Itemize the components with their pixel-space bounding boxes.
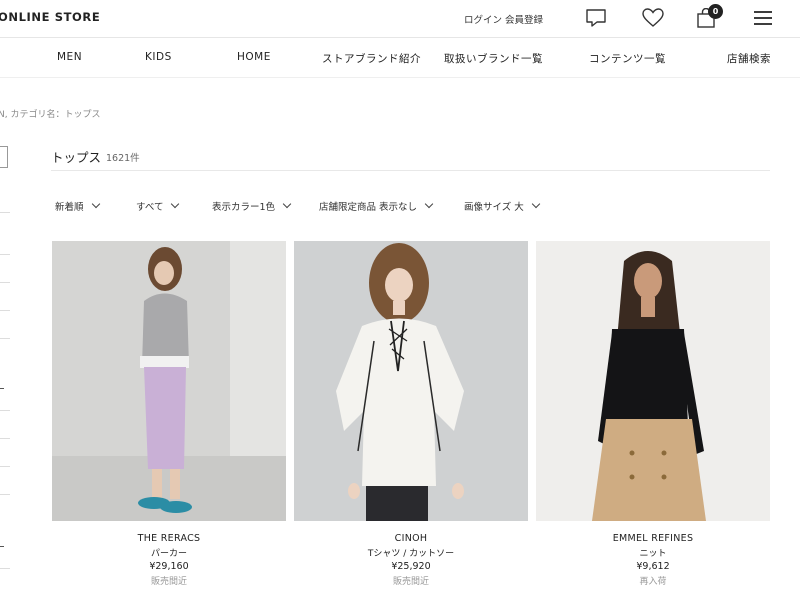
sidebar-item-marker[interactable] <box>0 546 4 547</box>
chevron-down-icon <box>531 199 540 209</box>
category-filter-dropdown[interactable]: すべて <box>136 199 180 213</box>
nav-item-men[interactable]: MEN <box>57 51 82 63</box>
product-price: ¥29,160 <box>149 561 189 572</box>
sidebar-divider <box>0 494 10 495</box>
chat-bubble-icon[interactable] <box>584 6 608 30</box>
product-image[interactable] <box>294 241 528 521</box>
sidebar-item-marker[interactable] <box>0 388 4 389</box>
sort-dropdown[interactable]: 新着順 <box>55 199 100 213</box>
login-link[interactable]: ログイン <box>464 12 502 26</box>
product-category: Tシャツ / カットソー <box>367 549 455 559</box>
chevron-down-icon <box>91 199 100 209</box>
product-brand: EMMEL REFINES <box>612 533 694 544</box>
sidebar-divider <box>0 466 10 467</box>
product-category: ニット <box>639 549 667 559</box>
sidebar-divider <box>0 438 10 439</box>
color-display-dropdown[interactable]: 表示カラー1色 <box>212 199 292 213</box>
nav-item-store-search[interactable]: 店舗検索 <box>727 51 771 66</box>
nav-item-kids[interactable]: KIDS <box>145 51 172 63</box>
top-header: ONLINE STORE ログイン 会員登録 0 <box>0 0 800 38</box>
listing-header: トップス 1621件 <box>51 147 770 171</box>
category-nav: MEN KIDS HOME ストアブランド紹介 取扱いブランド一覧 コンテンツ一… <box>0 38 800 78</box>
product-image[interactable] <box>536 241 770 521</box>
sort-dropdown-label: 新着順 <box>55 202 84 213</box>
breadcrumb[interactable]: N, カテゴリ名：トップス <box>0 107 100 120</box>
heart-icon[interactable] <box>641 6 665 30</box>
sidebar-divider <box>0 310 10 311</box>
sidebar-search-box[interactable] <box>0 146 8 168</box>
product-brand: CINOH <box>394 533 428 544</box>
product-status: 販売間近 <box>392 577 429 587</box>
product-card[interactable]: EMMEL REFINES ニット ¥9,612 再入荷 <box>536 241 770 587</box>
product-price: ¥25,920 <box>391 561 431 572</box>
image-size-label: 画像サイズ 大 <box>464 202 524 213</box>
store-limited-dropdown[interactable]: 店舗限定商品 表示なし <box>319 199 434 213</box>
product-card[interactable]: THE RERACS パーカー ¥29,160 販売間近 <box>52 241 286 587</box>
product-status: 販売間近 <box>150 577 187 587</box>
chevron-down-icon <box>282 199 292 209</box>
product-price: ¥9,612 <box>636 561 670 572</box>
store-limited-label: 店舗限定商品 表示なし <box>319 202 418 213</box>
product-image[interactable] <box>52 241 286 521</box>
image-size-dropdown[interactable]: 画像サイズ 大 <box>464 199 540 213</box>
sidebar-divider <box>0 568 10 569</box>
chevron-down-icon <box>424 199 434 209</box>
sidebar-divider <box>0 212 10 213</box>
sidebar-divider <box>0 410 10 411</box>
sidebar-divider <box>0 254 10 255</box>
store-logo[interactable]: ONLINE STORE <box>0 10 100 24</box>
nav-item-home[interactable]: HOME <box>237 51 271 63</box>
chevron-down-icon <box>171 199 180 209</box>
page-title: トップス <box>51 150 102 165</box>
nav-item-brand-list[interactable]: 取扱いブランド一覧 <box>444 51 543 66</box>
nav-item-store-brands[interactable]: ストアブランド紹介 <box>322 51 421 66</box>
product-card[interactable]: CINOH Tシャツ / カットソー ¥25,920 販売間近 <box>294 241 528 587</box>
nav-item-contents[interactable]: コンテンツ一覧 <box>589 51 666 66</box>
sidebar-divider <box>0 338 10 339</box>
color-display-label: 表示カラー1色 <box>212 202 276 213</box>
sidebar-divider <box>0 282 10 283</box>
category-filter-label: すべて <box>136 202 164 213</box>
product-status: 再入荷 <box>639 577 667 587</box>
product-brand: THE RERACS <box>137 533 201 544</box>
cart-count-badge: 0 <box>708 4 723 19</box>
register-link[interactable]: 会員登録 <box>505 12 543 26</box>
product-category: パーカー <box>150 549 187 559</box>
hamburger-menu-icon[interactable] <box>751 6 775 30</box>
result-count: 1621件 <box>106 153 140 164</box>
